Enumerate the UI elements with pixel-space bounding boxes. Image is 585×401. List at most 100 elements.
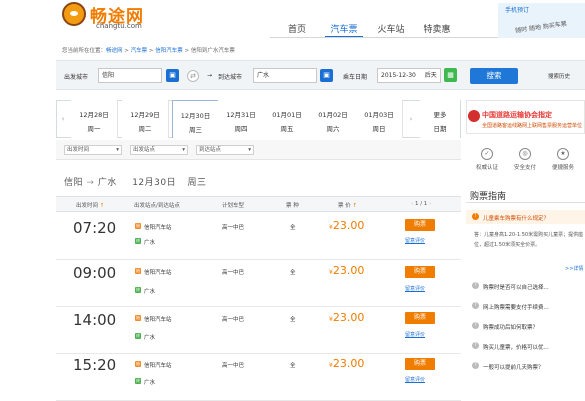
col-label: 票 价 [338, 203, 351, 209]
faq-item[interactable]: 购票成功后如何取票？ [483, 323, 538, 331]
sort-arrow-icon: ↑ [99, 203, 105, 209]
date-tab[interactable]: 12月29日 周二 [122, 100, 169, 138]
buy-ticket-button[interactable]: 购票 [405, 312, 435, 324]
date-tab-week: 周五 [280, 125, 294, 133]
faq-item[interactable]: 网上购票需要支付手续费... [483, 303, 549, 311]
filter-label: 到达站点 [199, 147, 222, 153]
date-tab[interactable]: 01月01日 周五 [264, 100, 311, 138]
pager-text: 1 / 1 [414, 201, 428, 207]
route-arrow-icon: → [86, 178, 95, 188]
date-tab-selected[interactable]: 12月30日 周三 [172, 100, 219, 138]
date-tab-date: 12月30日 [180, 112, 211, 120]
breadcrumb-home[interactable]: 畅途网 [106, 48, 123, 54]
faq-item-active[interactable]: 儿童乘车购票有什么规定？ [483, 214, 549, 222]
promo-title: 手机预订 [505, 7, 530, 14]
faq-item[interactable]: 购票时是否可以自己选择... [483, 283, 549, 291]
date-label: 乘车日期 [343, 74, 368, 81]
more-dates-button[interactable]: 更多 日期 [420, 100, 460, 138]
search-history-link[interactable]: 搜索历史 [548, 72, 570, 80]
faq-details-link[interactable]: >>详情 [565, 265, 583, 272]
reviews-link[interactable]: 留意评价 [405, 376, 425, 383]
shield-icon: ✓ [481, 148, 493, 160]
pager-next-icon[interactable]: › [429, 201, 431, 207]
date-tab-week: 周日 [372, 125, 386, 133]
faq-answer: 答：儿童身高1.20-1.50米需购买儿童票；提供座位，超过1.50米须买全价票… [474, 232, 584, 248]
col-departure-time[interactable]: 出发时间 ↑ [76, 201, 104, 209]
table-row [56, 307, 461, 354]
ticket-type: 全 [290, 317, 296, 323]
date-tab[interactable]: 01月03日 周日 [356, 100, 403, 138]
sort-arrow-icon: ↑ [352, 203, 358, 209]
service-certified: ✓ 权威认证 [475, 148, 499, 171]
breadcrumb-separator: > [148, 48, 154, 54]
nav-special-offers[interactable]: 特卖惠 [418, 22, 456, 38]
date-tab-week: 周三 [189, 126, 202, 134]
chevron-right-icon[interactable]: › [405, 100, 417, 138]
reviews-link[interactable]: 留意评价 [405, 285, 425, 292]
buy-ticket-button[interactable]: 购票 [405, 358, 435, 370]
col-price[interactable]: 票 价 ↑ [338, 201, 357, 209]
faq-item[interactable]: 一般可以提前几天购票？ [483, 363, 544, 371]
date-tab[interactable]: 12月31日 周四 [218, 100, 265, 138]
arrival-station: 广水 [144, 240, 156, 246]
date-tab[interactable]: 01月02日 周六 [310, 100, 357, 138]
filter-label: 出发站点 [133, 147, 156, 153]
arrival-station-filter[interactable]: 到达站点 ▾ [196, 145, 254, 155]
search-button[interactable]: 搜索 [470, 68, 518, 84]
buy-ticket-button[interactable]: 购票 [405, 219, 435, 231]
date-tab-week: 周一 [87, 125, 101, 133]
reviews-link[interactable]: 留意评价 [405, 237, 425, 244]
breadcrumb-bus[interactable]: 汽车票 [131, 48, 148, 54]
chevron-down-icon: ▾ [248, 147, 251, 153]
bus-station-icon[interactable]: ▣ [320, 69, 333, 82]
faq-item[interactable]: 购买儿童票，价格可以优... [483, 343, 549, 351]
start-station-icon: 始 [135, 223, 141, 229]
date-input[interactable]: 2015-12-30 后天 [377, 68, 441, 83]
arrow-icon: → [207, 72, 213, 79]
guide-divider [466, 202, 585, 203]
to-city-input[interactable]: 广水 [253, 68, 317, 83]
breadcrumb-city[interactable]: 信阳汽车票 [155, 48, 183, 54]
nav-bus-station[interactable]: 火车站 [372, 22, 410, 38]
service-label: 安全支付 [513, 165, 536, 171]
info-icon: ! [472, 213, 479, 220]
arrival-station: 广水 [144, 289, 156, 295]
swap-cities-icon[interactable]: ⇄ [187, 70, 199, 82]
route-title: 信阳 → 广水 12月30日 周三 [64, 175, 207, 188]
departure-station-filter[interactable]: 出发站点 ▾ [130, 145, 188, 155]
route-date: 12月30日 [132, 178, 177, 188]
departure-station: 信阳汽车站 [144, 363, 172, 369]
site-domain: changtu.com [96, 22, 142, 30]
banner-title: 中国道路运输协会指定 [482, 111, 552, 119]
breadcrumb-prefix: 您当前所在位置： [62, 48, 107, 54]
calendar-icon[interactable]: ▦ [444, 68, 457, 82]
pager: ‹ 1 / 1 › [411, 201, 431, 207]
col-label: 出发时间 [76, 203, 99, 209]
buy-ticket-button[interactable]: 购票 [405, 266, 435, 278]
service-secure-pay: ◎ 安全支付 [513, 148, 537, 171]
question-icon: ? [472, 322, 479, 329]
thumbs-up-icon: ★ [557, 148, 569, 160]
bus-station-icon[interactable]: ▣ [166, 69, 179, 82]
nav-home[interactable]: 首页 [282, 22, 312, 38]
date-tab[interactable]: 12月28日 周一 [71, 100, 118, 138]
date-tab-date: 12月31日 [226, 111, 256, 119]
date-tab-week: 周二 [138, 125, 152, 133]
date-tab-date: 12月28日 [79, 111, 109, 119]
date-tab-date: 01月02日 [318, 111, 348, 119]
departure-time-filter[interactable]: 出发时间 ▾ [64, 145, 122, 155]
table-header [56, 196, 461, 212]
breadcrumb-separator: > [184, 48, 190, 54]
reviews-link[interactable]: 留意评价 [405, 331, 425, 338]
chevron-left-icon[interactable]: ‹ [57, 100, 69, 138]
start-station-icon: 始 [135, 268, 141, 274]
from-city-input[interactable]: 信阳 [98, 68, 162, 83]
date-tab-week: 周六 [326, 125, 340, 133]
route-week: 周三 [187, 178, 207, 188]
ticket-type: 全 [290, 225, 296, 231]
nav-bus-tickets[interactable]: 汽车票 [325, 22, 363, 38]
logo-mascot-icon[interactable] [62, 2, 86, 26]
pager-prev-icon[interactable]: ‹ [411, 201, 413, 207]
date-tab-date: 01月01日 [272, 111, 302, 119]
departure-time: 14:00 [73, 311, 117, 329]
